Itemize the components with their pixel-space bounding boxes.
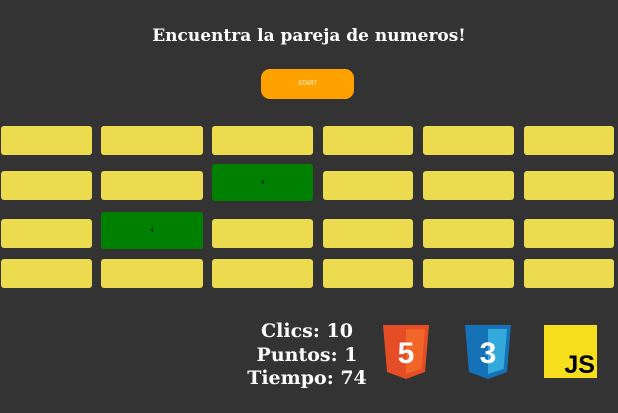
card-r4-c4[interactable] [323,259,413,288]
card-r1-c6[interactable] [524,126,614,155]
time-counter: Tiempo: 74 [247,367,367,389]
css3-glyph: 3 [480,337,497,370]
card-r3-c1[interactable] [1,219,92,248]
card-r4-c2[interactable] [101,259,203,288]
card-r3-c4[interactable] [323,219,413,248]
card-r1-c1[interactable] [1,126,92,155]
start-button[interactable]: START [261,69,354,99]
html5-glyph: 5 [398,337,415,370]
javascript-icon: JS [544,325,597,378]
game-title: Encuentra la pareja de numeros! [152,26,466,46]
js-glyph: JS [564,351,595,378]
points-counter: Puntos: 1 [256,343,358,366]
card-r3-c5[interactable] [423,219,514,248]
card-r1-c3[interactable] [212,126,313,155]
card-r4-c1[interactable] [1,259,92,288]
stats-panel: Clics: 10 Puntos: 1 Tiempo: 74 [240,320,374,391]
card-r3-c6[interactable] [524,219,614,248]
card-r2-c6[interactable] [524,171,614,200]
card-r4-c5[interactable] [423,259,514,288]
card-r4-c6[interactable] [524,259,614,288]
card-r2-c2[interactable] [101,171,203,200]
card-r1-c2[interactable] [101,126,203,155]
card-r2-c1[interactable] [1,171,92,200]
card-r1-c4[interactable] [323,126,413,155]
html5-icon: 5 [383,325,429,379]
card-r2-c4[interactable] [323,171,413,200]
card-r2-c3-matched[interactable]: 4 [212,164,313,201]
card-r3-c2-matched[interactable]: 4 [101,212,203,249]
card-r3-c3[interactable] [212,219,313,248]
card-r4-c3[interactable] [212,259,313,288]
css3-icon: 3 [465,325,511,379]
card-r2-c5[interactable] [423,171,514,200]
card-r1-c5[interactable] [423,126,514,155]
clicks-counter: Clics: 10 [261,320,353,342]
